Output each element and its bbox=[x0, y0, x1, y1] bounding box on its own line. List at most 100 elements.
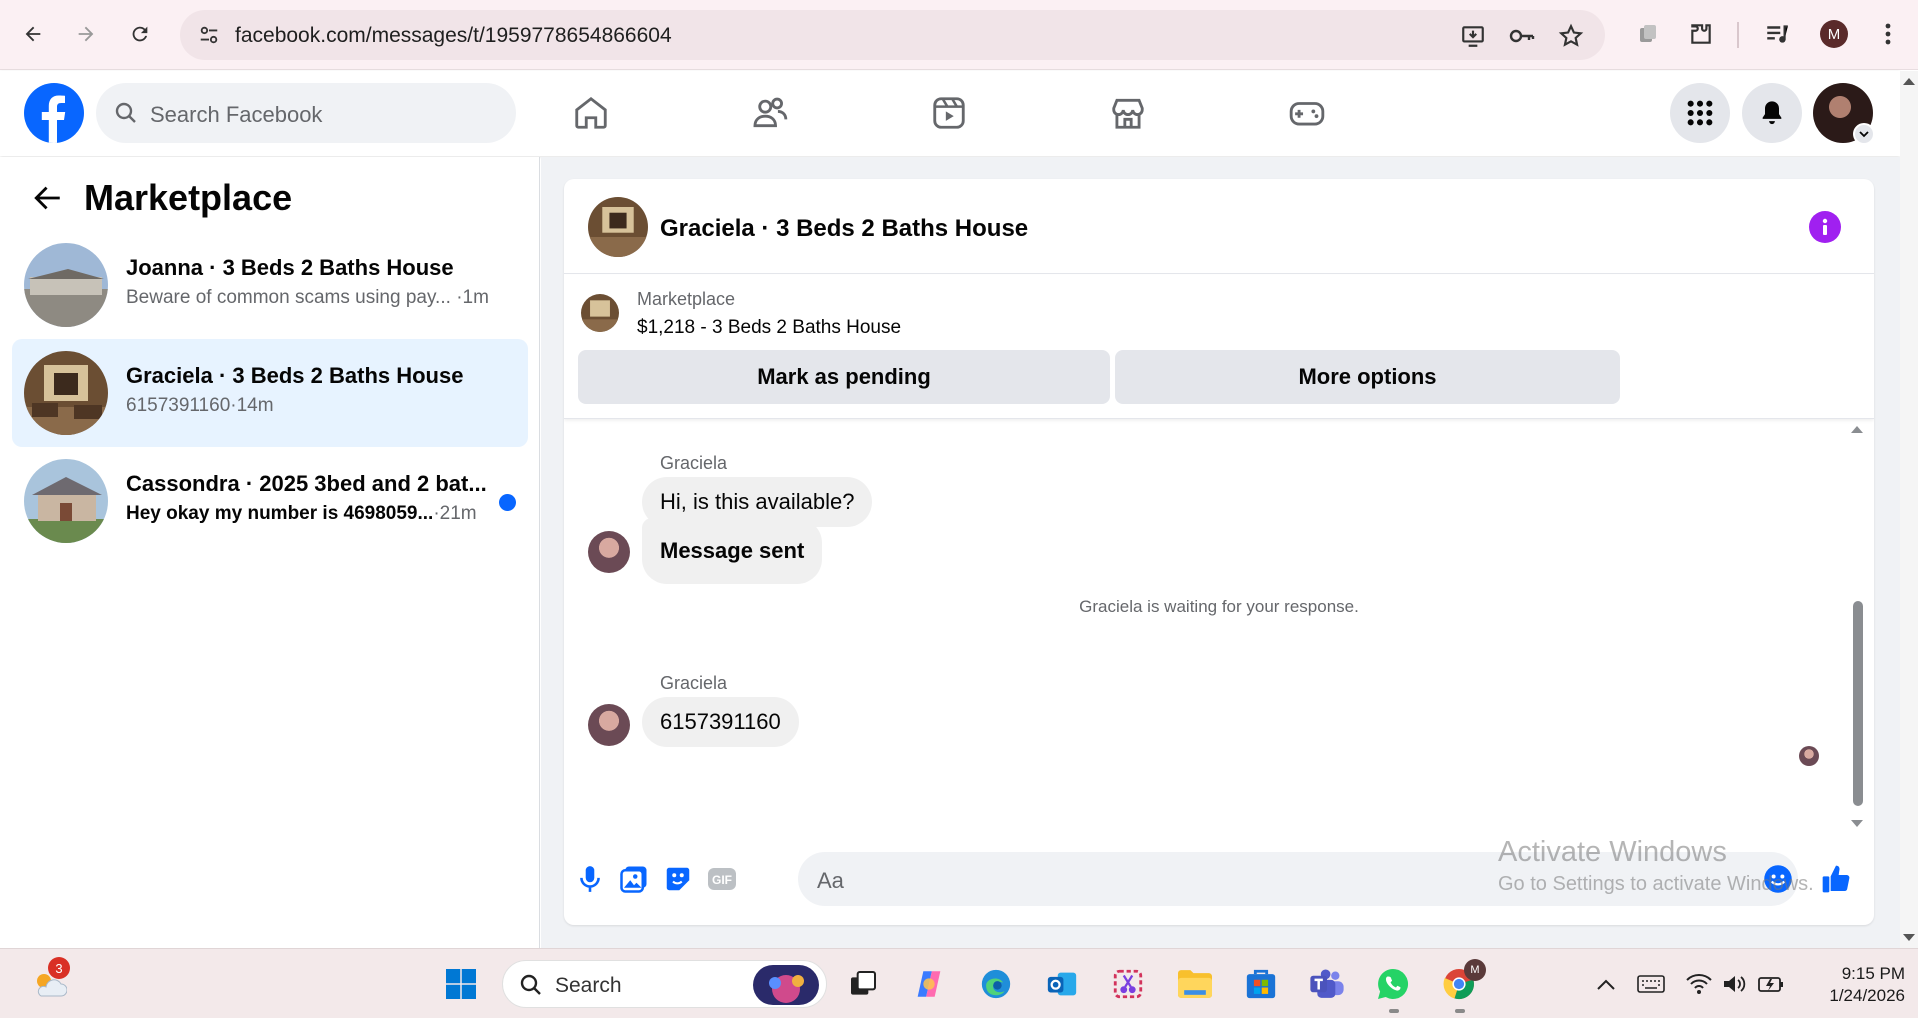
weather-widget-icon[interactable]: 3 bbox=[28, 957, 70, 1005]
browser-toolbar: facebook.com/messages/t/1959778654866604… bbox=[0, 0, 1918, 70]
conversation-item-cassondra[interactable]: Cassondra · 2025 3bed and 2 bat... Hey o… bbox=[12, 447, 528, 555]
chrome-menu-icon[interactable] bbox=[1870, 16, 1906, 52]
windows-start-icon[interactable] bbox=[440, 963, 482, 1005]
keyboard-icon[interactable] bbox=[1630, 963, 1672, 1005]
message-sender: Graciela bbox=[660, 673, 728, 693]
info-icon[interactable] bbox=[1809, 211, 1841, 243]
back-arrow-icon bbox=[25, 26, 41, 42]
running-indicator bbox=[1455, 1009, 1465, 1013]
conversation-name: Graciela · 3 Beds 2 Baths House bbox=[126, 363, 464, 388]
whatsapp-icon[interactable] bbox=[1372, 963, 1414, 1005]
sender-avatar[interactable] bbox=[588, 704, 630, 746]
windows-activation-watermark: Activate Windows Go to Settings to activ… bbox=[1498, 836, 1814, 895]
listing-thumbnail[interactable] bbox=[581, 294, 619, 332]
seen-indicator-avatar bbox=[1799, 746, 1819, 766]
facebook-header: Search Facebook bbox=[0, 71, 1900, 156]
home-nav-icon[interactable] bbox=[569, 91, 613, 135]
notifications-button[interactable] bbox=[1742, 83, 1802, 143]
forward-button[interactable] bbox=[67, 15, 105, 53]
message-bubble: 6157391160 bbox=[642, 697, 799, 747]
chrome-taskbar-icon[interactable]: M bbox=[1438, 959, 1486, 1005]
clock-time: 9:15 PM bbox=[1841, 964, 1905, 983]
profile-icon[interactable]: M bbox=[1816, 16, 1852, 52]
bookmark-star-icon[interactable] bbox=[1558, 23, 1584, 49]
gaming-nav-icon[interactable] bbox=[1285, 91, 1329, 135]
teams-icon[interactable] bbox=[1306, 963, 1348, 1005]
conversation-preview: Beware of common scams using pay... ·1m bbox=[126, 287, 489, 308]
chat-list-panel: Marketplace Joanna · 3 Beds 2 Baths Hous… bbox=[0, 157, 540, 948]
message-list: Graciela Hi, is this available? Message … bbox=[564, 420, 1874, 830]
scrollbar-thumb[interactable] bbox=[1853, 601, 1863, 806]
listing-source-label: Marketplace bbox=[637, 289, 736, 309]
sender-avatar[interactable] bbox=[588, 531, 630, 573]
taskbar-search-input[interactable]: Search bbox=[502, 960, 827, 1008]
gif-icon[interactable]: GIF bbox=[706, 863, 738, 895]
menu-grid-button[interactable] bbox=[1670, 83, 1730, 143]
photo-icon[interactable] bbox=[618, 863, 650, 895]
friends-nav-icon[interactable] bbox=[748, 91, 792, 135]
more-options-button[interactable]: More options bbox=[1115, 350, 1620, 404]
copilot-icon[interactable] bbox=[908, 963, 950, 1005]
chat-title[interactable]: Graciela · 3 Beds 2 Baths House bbox=[660, 215, 1028, 243]
reload-icon bbox=[132, 26, 148, 42]
listing-price-title[interactable]: $1,218 - 3 Beds 2 Baths House bbox=[637, 317, 901, 339]
system-note: Graciela is waiting for your response. bbox=[1079, 597, 1359, 616]
chrome-profile-badge: M bbox=[1464, 959, 1486, 981]
forward-arrow-icon bbox=[78, 26, 94, 42]
panel-title: Marketplace bbox=[84, 177, 293, 218]
microphone-icon[interactable] bbox=[574, 863, 606, 895]
battery-icon[interactable] bbox=[1750, 963, 1792, 1005]
chat-header: Graciela · 3 Beds 2 Baths House bbox=[564, 179, 1874, 274]
site-settings-icon[interactable] bbox=[198, 24, 220, 46]
account-avatar[interactable] bbox=[1813, 83, 1875, 145]
outlook-icon[interactable] bbox=[1041, 963, 1083, 1005]
file-explorer-icon[interactable] bbox=[1174, 963, 1216, 1005]
chevron-down-icon bbox=[1853, 123, 1875, 145]
conversation-item-graciela[interactable]: Graciela · 3 Beds 2 Baths House 61573911… bbox=[12, 339, 528, 447]
search-icon bbox=[519, 973, 543, 997]
install-app-icon[interactable] bbox=[1460, 23, 1486, 49]
edge-browser-icon[interactable] bbox=[975, 963, 1017, 1005]
show-hidden-icons-icon[interactable] bbox=[1585, 963, 1627, 1005]
chat-window: Graciela · 3 Beds 2 Baths House Marketpl… bbox=[564, 179, 1874, 925]
extensions-icon[interactable] bbox=[1683, 16, 1719, 52]
scroll-down-icon bbox=[1903, 934, 1915, 941]
back-arrow-icon[interactable] bbox=[30, 181, 64, 215]
running-indicator bbox=[1389, 1009, 1399, 1013]
reload-button[interactable] bbox=[121, 15, 159, 53]
bell-icon bbox=[1762, 101, 1782, 125]
listing-thumbnail bbox=[24, 351, 108, 435]
windows-taskbar: 3 Search M 9:15 PM 1/24/2026 bbox=[0, 948, 1918, 1018]
password-key-icon[interactable] bbox=[1508, 23, 1536, 49]
search-highlight-icon bbox=[753, 965, 819, 1005]
system-clock[interactable]: 9:15 PM 1/24/2026 bbox=[1805, 963, 1905, 1007]
mark-as-pending-button[interactable]: Mark as pending bbox=[578, 350, 1110, 404]
conversation-name: Cassondra · 2025 3bed and 2 bat... bbox=[126, 471, 487, 496]
scroll-up-icon bbox=[1851, 426, 1863, 433]
facebook-search-input[interactable]: Search Facebook bbox=[96, 83, 516, 143]
svg-text:GIF: GIF bbox=[712, 873, 732, 887]
clock-date: 1/24/2026 bbox=[1829, 986, 1905, 1005]
scroll-up-icon bbox=[1903, 78, 1915, 85]
page-scrollbar[interactable] bbox=[1900, 71, 1918, 948]
address-bar[interactable]: facebook.com/messages/t/1959778654866604 bbox=[180, 10, 1605, 60]
facebook-logo-icon[interactable] bbox=[24, 83, 84, 143]
url-text: facebook.com/messages/t/1959778654866604 bbox=[235, 24, 672, 47]
chat-avatar[interactable] bbox=[588, 197, 648, 257]
listing-thumbnail bbox=[24, 243, 108, 327]
listing-thumbnail bbox=[24, 459, 108, 543]
snipping-tool-icon[interactable] bbox=[1107, 963, 1149, 1005]
listing-banner: Marketplace $1,218 - 3 Beds 2 Baths Hous… bbox=[564, 275, 1874, 419]
extension-puzzle-gray-icon[interactable] bbox=[1630, 16, 1666, 52]
video-nav-icon[interactable] bbox=[927, 91, 971, 135]
scroll-down-icon bbox=[1851, 820, 1863, 827]
message-sender: Graciela bbox=[660, 453, 728, 473]
media-control-icon[interactable] bbox=[1759, 16, 1795, 52]
marketplace-nav-icon[interactable] bbox=[1106, 91, 1150, 135]
sticker-icon[interactable] bbox=[662, 863, 694, 895]
task-view-icon[interactable] bbox=[842, 963, 884, 1005]
thumbs-up-icon[interactable] bbox=[1820, 863, 1852, 895]
conversation-item-joanna[interactable]: Joanna · 3 Beds 2 Baths House Beware of … bbox=[12, 231, 528, 339]
back-button[interactable] bbox=[14, 15, 52, 53]
microsoft-store-icon[interactable] bbox=[1240, 963, 1282, 1005]
